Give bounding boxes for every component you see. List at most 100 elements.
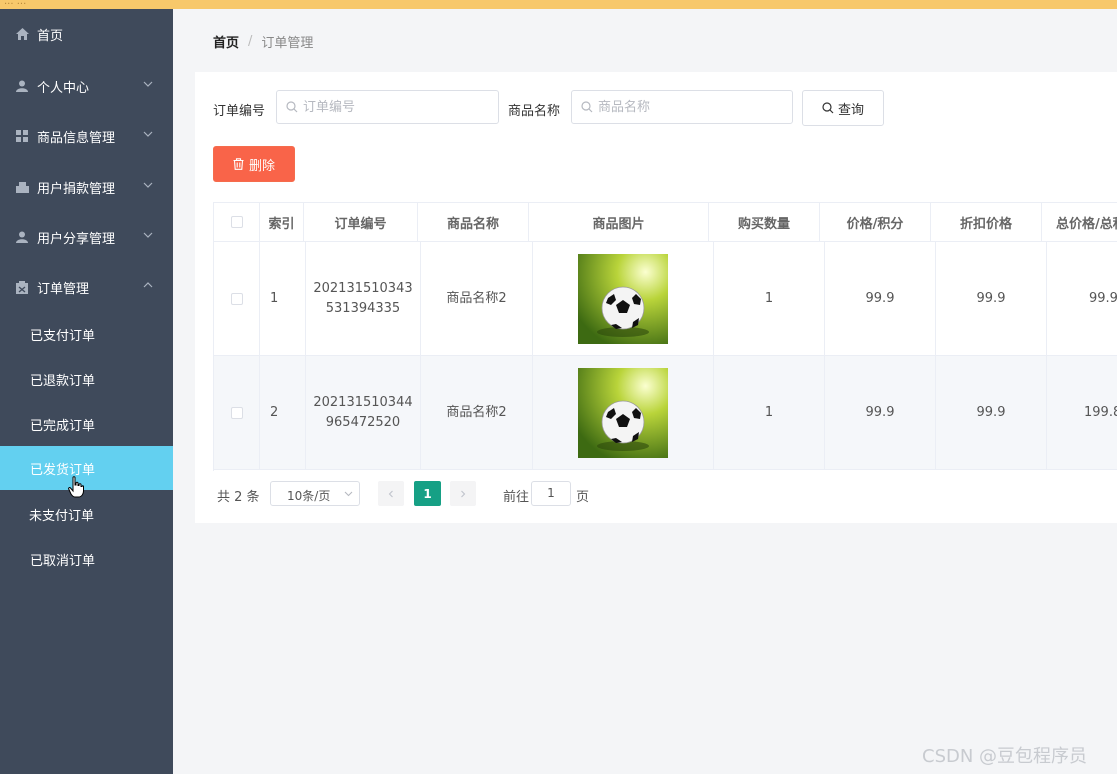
sidebar-item-label: 商品信息管理 (37, 130, 116, 146)
product-image-cell (533, 356, 714, 469)
sidebar: 首页 个人中心 商品信息管理 用户捐款管理 用户分享管理 订单管理 已支付订单 … (0, 9, 173, 774)
sidebar-item-label: 个人中心 (37, 80, 90, 96)
sidebar-subitem-label: 已发货订单 (30, 462, 96, 478)
grid-icon (15, 129, 29, 143)
next-page-button[interactable] (450, 481, 476, 506)
column-header: 订单编号 (304, 203, 418, 242)
sidebar-subitem-cancelled-orders[interactable]: 已取消订单 (0, 537, 173, 581)
row-checkbox[interactable] (230, 292, 243, 305)
column-header: 购买数量 (709, 203, 820, 242)
price-cell: 99.9 (825, 242, 936, 355)
donate-icon (15, 180, 29, 194)
index-cell: 2 (260, 356, 306, 469)
prev-page-button[interactable] (378, 481, 404, 506)
user-icon (15, 79, 29, 93)
goto-unit: 页 (576, 490, 590, 505)
query-button-label: 查询 (837, 102, 864, 118)
breadcrumb-separator: / (248, 33, 253, 49)
column-header: 价格/积分 (820, 203, 931, 242)
chevron-left-icon (388, 490, 393, 497)
breadcrumb-home-link[interactable]: 首页 (213, 32, 239, 51)
select-all-checkbox[interactable] (230, 216, 243, 228)
table-row: 2 202131510344 965472520 商品名称2 1 99.9 99… (214, 356, 1117, 470)
sidebar-subitem-refunded-orders[interactable]: 已退款订单 (0, 357, 173, 401)
home-icon (15, 27, 29, 41)
order-icon (15, 280, 29, 294)
search-icon (822, 102, 834, 114)
order-no-input[interactable] (303, 97, 453, 117)
sidebar-item-home[interactable]: 首页 (0, 11, 173, 57)
sidebar-item-label: 用户分享管理 (37, 231, 116, 247)
query-button[interactable]: 查询 (802, 90, 884, 126)
column-header: 商品名称 (418, 203, 529, 242)
sidebar-subitem-shipped-orders[interactable]: 已发货订单 (0, 446, 173, 490)
chevron-down-icon (143, 131, 153, 137)
chevron-down-icon (143, 81, 153, 87)
chevron-down-icon (143, 232, 153, 238)
sidebar-subitem-label: 已支付订单 (30, 328, 96, 344)
quantity-cell: 1 (714, 242, 825, 355)
breadcrumb-current: 订单管理 (261, 35, 314, 51)
sidebar-subitem-label: 已取消订单 (30, 553, 96, 569)
chevron-up-icon (143, 282, 153, 288)
pagination-total: 共 2 条 (217, 490, 260, 505)
product-name-label: 商品名称 (508, 104, 561, 119)
total-price-cell: 99.9 (1047, 242, 1117, 355)
page-size-value: 10条/页 (287, 489, 331, 503)
sidebar-item-donations[interactable]: 用户捐款管理 (0, 164, 173, 210)
top-accent-bar: ... ... (0, 0, 1117, 9)
sidebar-item-label: 订单管理 (37, 281, 90, 297)
goto-label: 前往 (503, 490, 530, 505)
order-no-line: 965472520 (325, 414, 401, 430)
column-header: 总价格/总积 (1042, 203, 1117, 242)
watermark: CSDN @豆包程序员 (922, 746, 1088, 767)
product-image-cell (533, 242, 714, 355)
page-number-current[interactable]: 1 (414, 481, 441, 506)
index-cell: 1 (260, 242, 306, 355)
chevron-right-icon (461, 490, 466, 497)
sidebar-subitem-unpaid-orders[interactable]: 未支付订单 (0, 492, 173, 536)
product-name-input[interactable] (598, 97, 748, 117)
order-no-field (276, 90, 499, 124)
soccer-ball-image (578, 367, 668, 458)
order-no-line: 531394335 (325, 300, 401, 316)
discount-price-cell: 99.9 (936, 356, 1047, 469)
row-checkbox-cell (214, 242, 260, 355)
sidebar-subitem-label: 未支付订单 (29, 508, 95, 524)
sidebar-subitem-completed-orders[interactable]: 已完成订单 (0, 402, 173, 446)
topbar-text: ... ... (4, 0, 27, 7)
page-size-select[interactable]: 10条/页 (270, 481, 360, 506)
order-no-label: 订单编号 (213, 104, 266, 119)
discount-price-cell: 99.9 (936, 242, 1047, 355)
row-checkbox[interactable] (230, 406, 243, 419)
sidebar-item-profile[interactable]: 个人中心 (0, 63, 173, 109)
table-row: 1 202131510343 531394335 商品名称2 1 99.9 99… (214, 242, 1117, 356)
column-header: 商品图片 (529, 203, 709, 242)
chevron-down-icon (143, 182, 153, 188)
order-no-cell: 202131510344 965472520 (306, 356, 421, 469)
goto-page-input[interactable]: 1 (531, 481, 571, 506)
hand-cursor-icon (68, 476, 84, 498)
sidebar-item-shares[interactable]: 用户分享管理 (0, 214, 173, 260)
product-name-cell: 商品名称2 (421, 356, 533, 469)
soccer-ball-image (578, 253, 668, 344)
order-no-line: 202131510344 (313, 394, 413, 410)
sidebar-subitem-label: 已退款订单 (30, 373, 96, 389)
sidebar-item-label: 首页 (37, 28, 64, 44)
chevron-down-icon (344, 491, 353, 497)
quantity-cell: 1 (714, 356, 825, 469)
search-icon (286, 101, 298, 113)
trash-icon (233, 158, 244, 170)
product-name-cell: 商品名称2 (421, 242, 533, 355)
sidebar-item-products[interactable]: 商品信息管理 (0, 113, 173, 159)
delete-button[interactable]: 删除 (213, 146, 295, 182)
total-price-cell: 199.8 (1047, 356, 1117, 469)
order-no-line: 202131510343 (313, 280, 413, 296)
search-icon (581, 101, 593, 113)
sidebar-subitem-label: 已完成订单 (30, 418, 96, 434)
delete-button-label: 删除 (248, 158, 275, 174)
price-cell: 99.9 (825, 356, 936, 469)
sidebar-item-orders[interactable]: 订单管理 (0, 264, 173, 310)
sidebar-subitem-paid-orders[interactable]: 已支付订单 (0, 312, 173, 356)
breadcrumb: 首页 / 订单管理 (213, 32, 314, 51)
